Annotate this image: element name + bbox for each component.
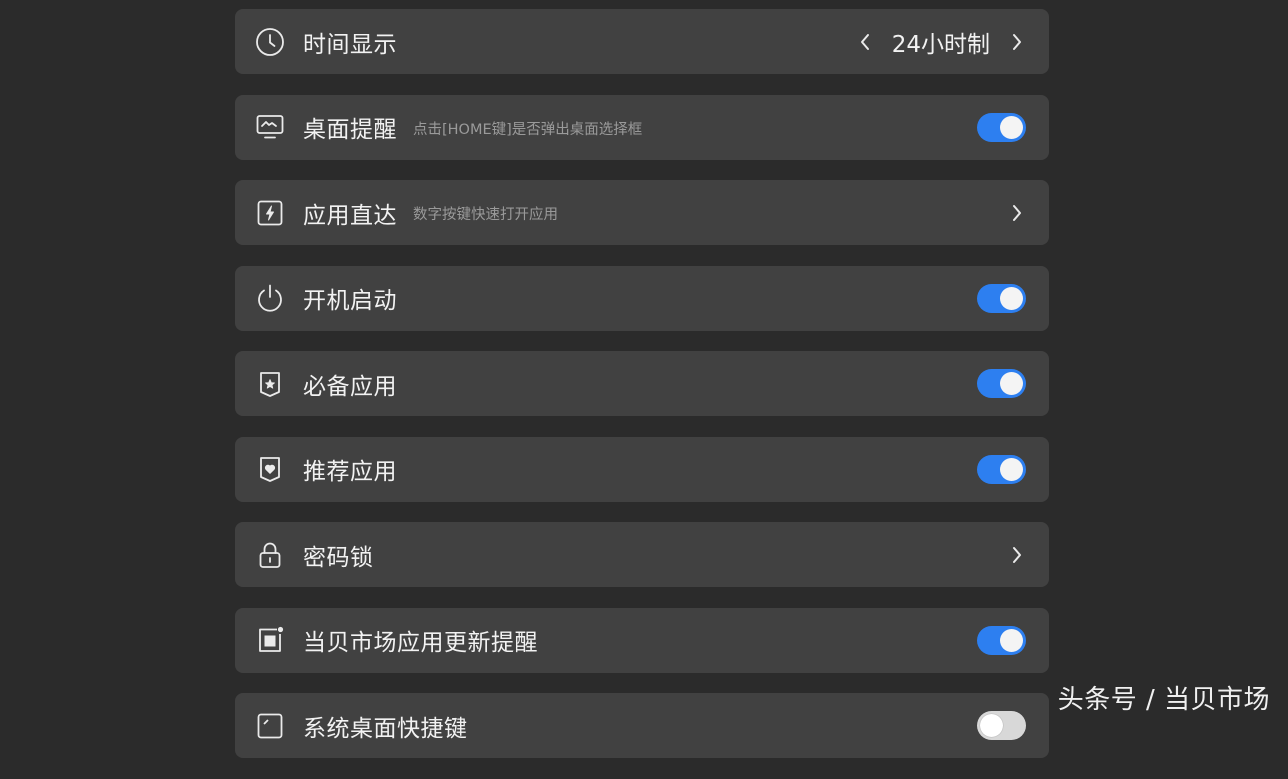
setting-row-desktop-shortcut[interactable]: 系统桌面快捷键 [235,693,1049,758]
toggle-knob [1000,457,1023,481]
update-reminder-toggle[interactable] [977,625,1026,655]
desktop-shortcut-toggle[interactable] [977,711,1026,740]
setting-label: 当贝市场应用更新提醒 [303,630,538,656]
setting-label: 系统桌面快捷键 [303,715,468,742]
toggle-knob [1000,115,1023,139]
heart-badge-icon [255,454,285,484]
boot-start-toggle[interactable] [977,283,1026,313]
lock-icon [255,540,285,570]
monitor-icon [255,112,285,142]
setting-row-app-direct[interactable]: 应用直达 数字按键快速打开应用 [235,180,1049,245]
time-format-selector[interactable]: 24小时制 [856,25,1026,59]
update-notify-icon [255,625,285,655]
lightning-icon [255,198,285,228]
desktop-reminder-toggle[interactable] [977,112,1026,142]
toggle-knob [1000,286,1023,310]
star-badge-icon [255,369,285,399]
setting-row-essential-apps[interactable]: 必备应用 [235,351,1049,416]
setting-label: 桌面提醒 [303,117,397,143]
setting-row-password-lock[interactable]: 密码锁 [235,522,1049,587]
chevron-right-icon[interactable] [1008,201,1026,225]
setting-label: 应用直达 [303,202,397,229]
time-format-value: 24小时制 [891,31,990,58]
clock-icon [255,27,285,57]
setting-row-update-reminder[interactable]: 当贝市场应用更新提醒 [235,607,1049,673]
watermark: 头条号 / 当贝市场 [1057,685,1270,715]
setting-label: 必备应用 [303,373,397,400]
setting-row-time-display[interactable]: 时间显示 24小时制 [235,9,1049,74]
settings-list: 时间显示 24小时制 桌面提醒 点击[HOME键]是否弹出桌面选择框 应用直达 … [235,9,1049,779]
toggle-knob [1000,372,1023,395]
setting-row-recommended-apps[interactable]: 推荐应用 [235,436,1049,502]
chevron-left-icon[interactable] [856,30,874,54]
setting-hint: 数字按键快速打开应用 [413,207,558,223]
toggle-knob [1000,628,1023,652]
setting-label: 时间显示 [303,31,397,58]
chevron-right-icon[interactable] [1008,543,1026,567]
chevron-right-icon[interactable] [1008,30,1026,54]
desktop-shortcut-icon [255,711,285,741]
recommended-apps-toggle[interactable] [977,454,1026,484]
essential-apps-toggle[interactable] [977,369,1026,398]
setting-row-desktop-reminder[interactable]: 桌面提醒 点击[HOME键]是否弹出桌面选择框 [235,94,1049,160]
toggle-knob [980,714,1003,737]
setting-row-boot-start[interactable]: 开机启动 [235,265,1049,331]
setting-label: 推荐应用 [303,459,397,485]
setting-label: 开机启动 [303,288,397,314]
power-icon [255,283,285,313]
setting-hint: 点击[HOME键]是否弹出桌面选择框 [413,121,643,138]
setting-label: 密码锁 [303,544,374,571]
